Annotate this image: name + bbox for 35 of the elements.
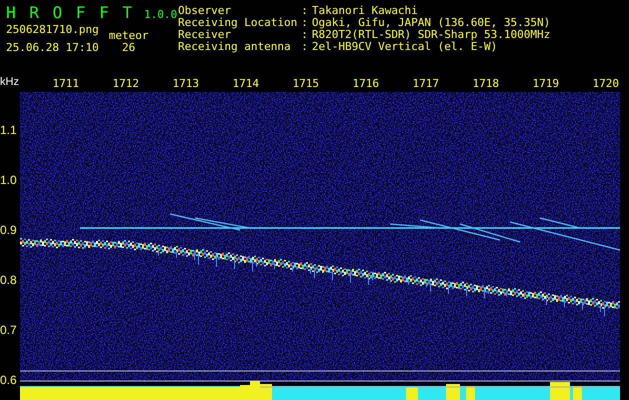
time-tick-label: 1713 xyxy=(172,78,199,90)
frequency-tick-label: 0.7 xyxy=(0,323,17,337)
info-value: R820T2(RTL-SDR) SDR-Sharp 53.1000MHz xyxy=(312,29,550,41)
time-tick-label: 1715 xyxy=(292,78,319,90)
time-tick-label: 1718 xyxy=(472,78,499,90)
time-tick-label: 1711 xyxy=(52,78,79,90)
info-label: Observer xyxy=(178,5,232,17)
filename-label: 2506281710.png xyxy=(6,24,99,36)
info-value: 2el-HB9CV Vertical (el. E-W) xyxy=(312,41,498,53)
info-label: Receiving Location xyxy=(178,17,298,29)
frequency-tick-label: 1.0 xyxy=(0,173,17,187)
info-label: Receiving antenna xyxy=(178,41,292,53)
time-tick-label: 1714 xyxy=(232,78,259,90)
info-value: Takanori Kawachi xyxy=(312,5,419,17)
info-label: Receiver xyxy=(178,29,231,41)
info-value: Ogaki, Gifu, JAPAN (136.60E, 35.35N) xyxy=(312,17,550,29)
time-tick-label: 1717 xyxy=(412,78,439,90)
timestamp-label: 25.06.28 17:10 xyxy=(6,42,99,54)
time-tick-label: 1720 xyxy=(592,78,619,90)
time-tick-label: 1712 xyxy=(112,78,139,90)
version-label: 1.0.0 xyxy=(144,8,178,21)
info-colon: : xyxy=(301,17,308,29)
time-tick-label: 1716 xyxy=(352,78,379,90)
frequency-tick-label: 0.9 xyxy=(0,223,17,237)
info-colon: : xyxy=(301,41,308,53)
meteor-count: 26 xyxy=(122,42,136,54)
time-tick-label: 1719 xyxy=(532,78,559,90)
info-colon: : xyxy=(301,5,308,17)
frequency-tick-label: 0.8 xyxy=(0,273,17,287)
unit-label: kHz xyxy=(0,76,20,88)
app-title: H R O F F T xyxy=(6,3,132,22)
meteor-label: meteor xyxy=(108,30,148,42)
frequency-tick-label: 1.1 xyxy=(0,123,17,137)
info-colon: : xyxy=(301,29,308,41)
frequency-tick-label: 0.6 xyxy=(0,373,17,387)
